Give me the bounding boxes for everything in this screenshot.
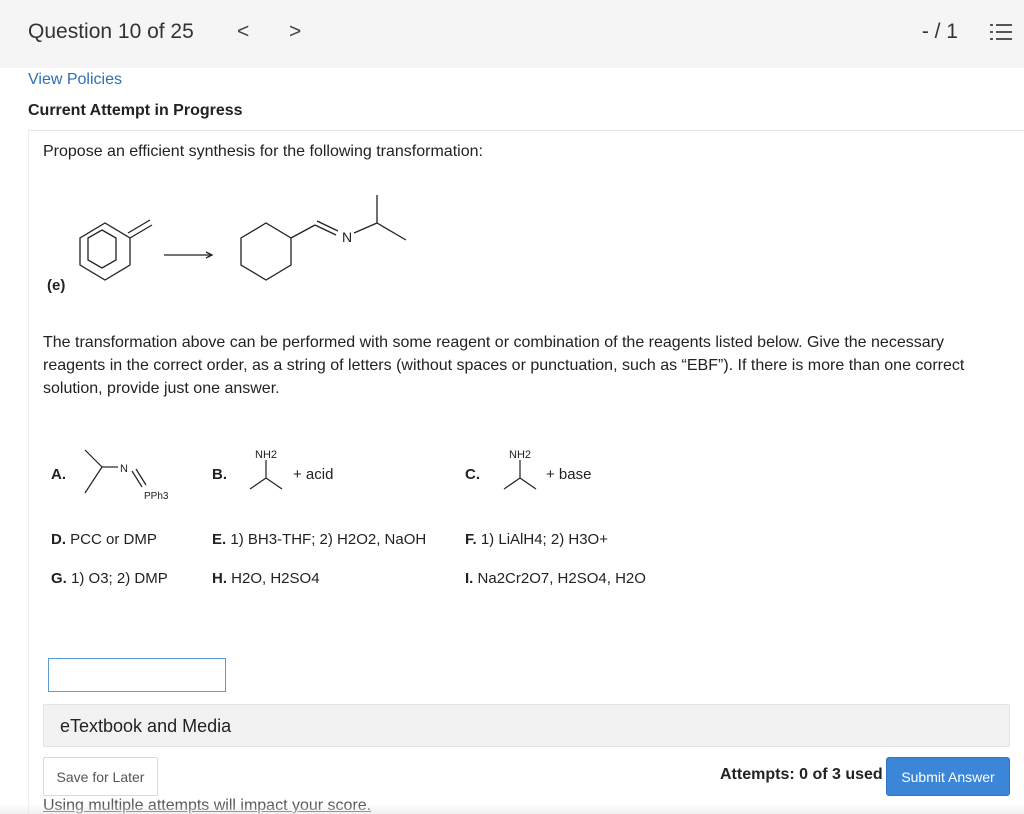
etextbook-media-panel[interactable]: eTextbook and Media — [43, 704, 1010, 747]
reagent-g: G. 1) O3; 2) DMP — [51, 570, 168, 587]
reagent-e: E. 1) BH3-THF; 2) H2O2, NaOH — [212, 531, 427, 548]
reactant-ring — [87, 229, 117, 269]
reagent-c-text: + base — [546, 466, 592, 483]
reagent-d: D. PCC or DMP — [51, 531, 157, 548]
scroll-fade — [0, 804, 1024, 814]
attempts-count: Attempts: 0 of 3 used — [720, 766, 883, 783]
part-label: (e) — [47, 277, 66, 294]
etextbook-label: eTextbook and Media — [60, 716, 232, 736]
reagent-b-structure: NH2 — [249, 449, 283, 490]
question-prompt: Propose an efficient synthesis for the f… — [43, 143, 483, 160]
question-instructions: The transformation above can be performe… — [43, 334, 965, 397]
reagent-c-letter: C. — [465, 466, 480, 483]
numbered-list-icon[interactable] — [990, 22, 1012, 42]
question-counter: Question 10 of 25 — [28, 20, 194, 43]
reagent-c-structure: NH2 — [503, 449, 537, 490]
reagent-a-structure: N PPh3 — [84, 449, 169, 502]
reaction-scheme: N — [79, 195, 407, 281]
reagent-a-pph3: PPh3 — [144, 491, 169, 502]
chevron-left-icon[interactable]: < — [237, 20, 249, 44]
reagent-c-amine: NH2 — [509, 449, 531, 461]
reagent-b-text: + acid — [293, 466, 334, 483]
reagent-b-amine: NH2 — [255, 449, 277, 461]
reagent-a-letter: A. — [51, 466, 66, 483]
attempt-status: Current Attempt in Progress — [28, 102, 243, 119]
reagent-a-nitrogen: N — [120, 463, 128, 475]
product-nitrogen-label: N — [342, 229, 352, 245]
answer-input[interactable] — [48, 658, 226, 692]
reagent-b-letter: B. — [212, 466, 227, 483]
save-for-later-button[interactable]: Save for Later — [43, 757, 158, 796]
question-score: - / 1 — [921, 20, 958, 43]
reagent-h: H. H2O, H2SO4 — [212, 570, 320, 587]
reagent-f: F. 1) LiAlH4; 2) H3O+ — [465, 531, 608, 548]
chevron-right-icon[interactable]: > — [289, 20, 301, 44]
view-policies-link[interactable]: View Policies — [28, 71, 122, 89]
reagent-i: I. Na2Cr2O7, H2SO4, H2O — [465, 570, 646, 587]
submit-answer-button[interactable]: Submit Answer — [886, 757, 1010, 796]
